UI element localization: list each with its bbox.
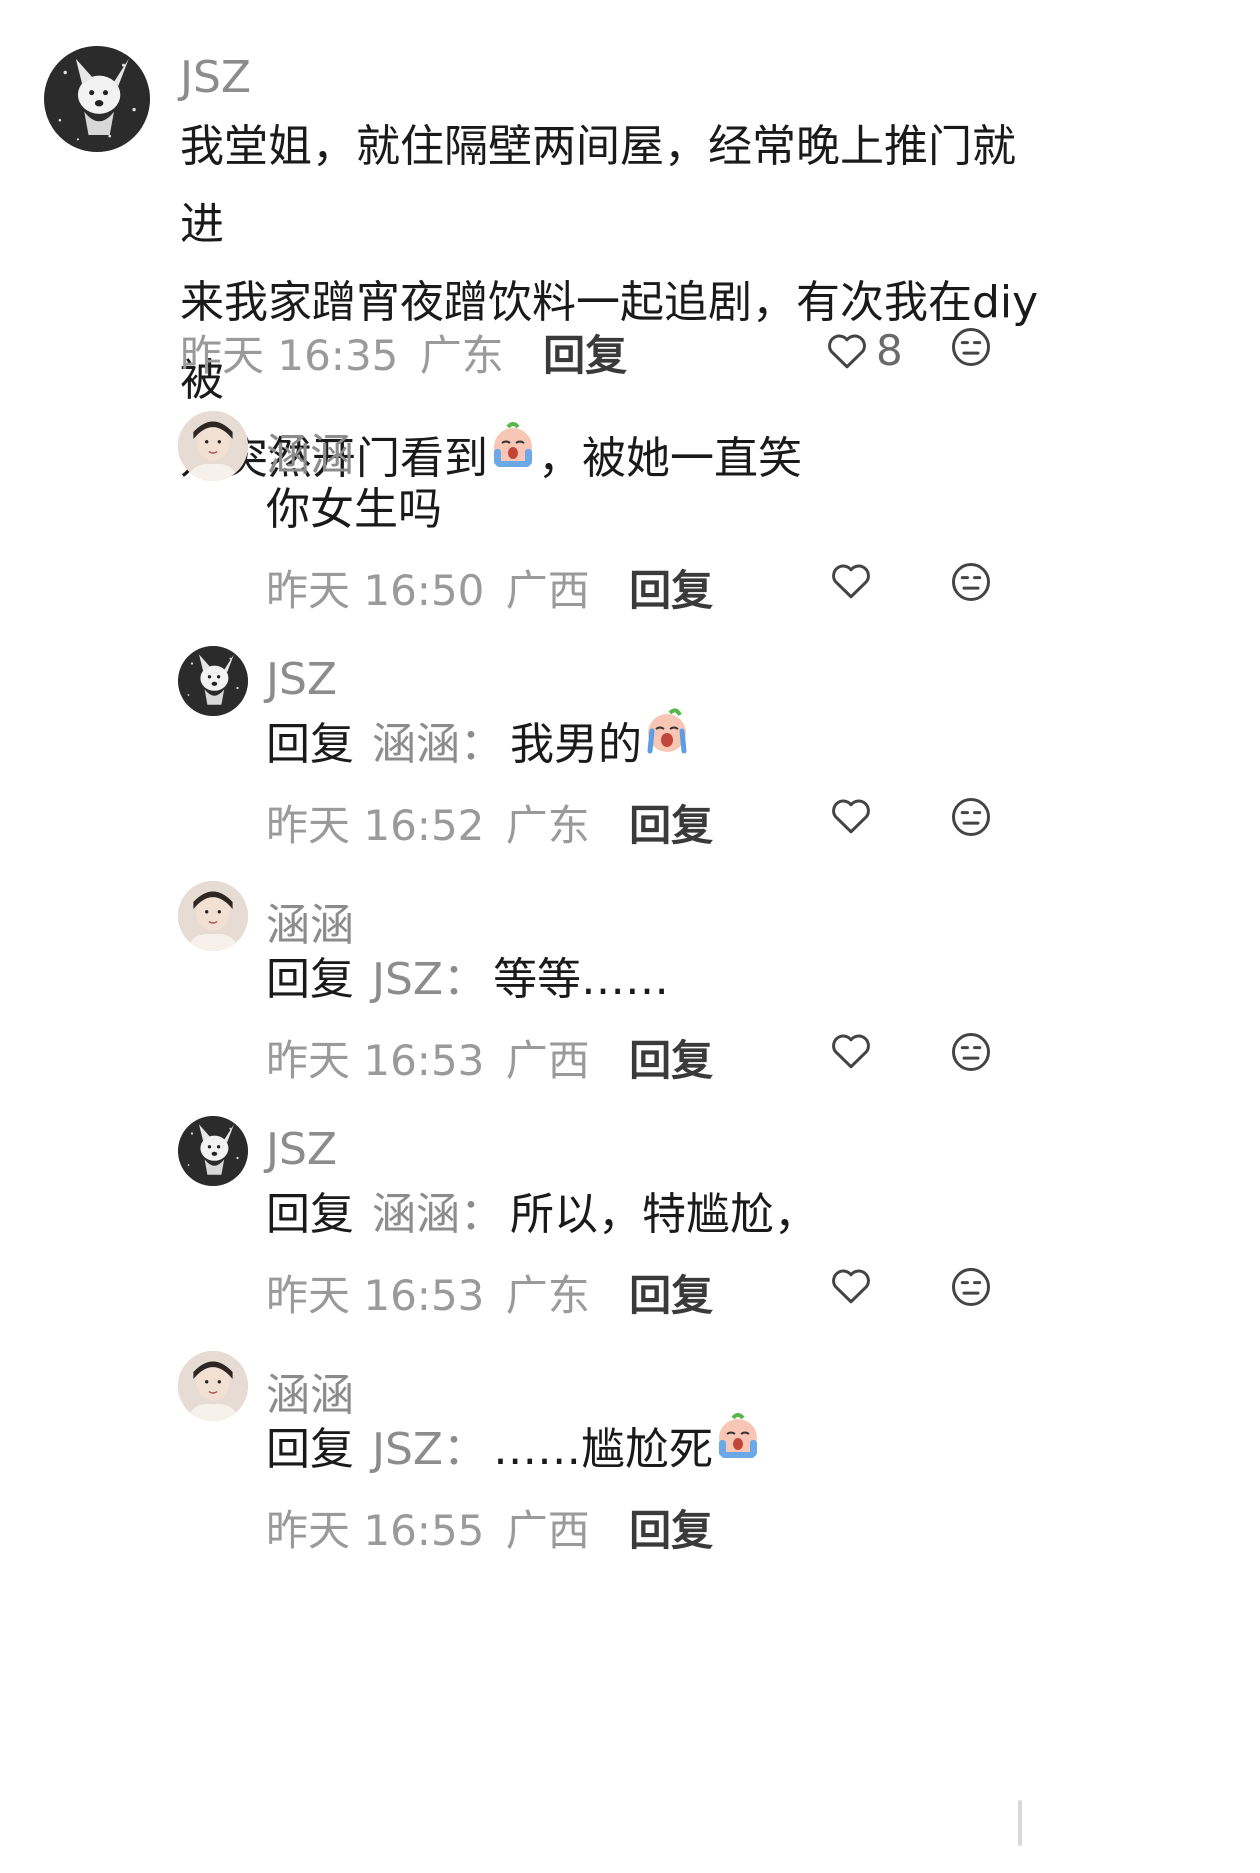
scrollbar[interactable] — [1018, 1800, 1022, 1846]
comment-location: 广西 — [505, 566, 590, 615]
like-button[interactable]: 8 — [826, 326, 903, 375]
comment-text: 回复 JSZ： ……尴尬死 — [266, 1411, 763, 1491]
comment-meta: 昨天 16:52 广东 回复 — [266, 792, 713, 853]
reply-button[interactable]: 回复 — [629, 801, 713, 850]
neutral-face-icon — [952, 328, 990, 366]
reply-button[interactable]: 回复 — [543, 331, 627, 380]
dislike-button[interactable] — [950, 561, 992, 607]
dislike-button[interactable] — [950, 326, 992, 372]
avatar[interactable] — [178, 646, 248, 716]
reply-target-user[interactable]: 涵涵： — [372, 1189, 504, 1240]
comment-location: 广东 — [505, 1271, 590, 1320]
girl-avatar-icon — [178, 1351, 248, 1421]
comment-text-line: 我堂姐，就住隔壁两间屋，经常晚上推门就进 — [180, 121, 1016, 250]
crying-emoji-icon — [642, 704, 692, 782]
comment-meta: 昨天 16:50 广西 回复 — [266, 557, 713, 618]
main-comment: JSZ 我堂姐，就住隔壁两间屋，经常晚上推门就进 来我家蹭宵夜蹭饮料一起追剧，有… — [0, 0, 1260, 484]
heart-outline-icon — [832, 799, 870, 834]
reply-button[interactable]: 回复 — [629, 566, 713, 615]
reply-target-user[interactable]: JSZ： — [372, 1424, 487, 1475]
comment-text-body: 你女生吗 — [266, 484, 442, 535]
heart-outline-icon — [832, 564, 870, 599]
comment-author[interactable]: JSZ — [266, 654, 337, 705]
reply-button[interactable]: 回复 — [629, 1506, 713, 1555]
comment-meta: 昨天 16:53 广东 回复 — [266, 1262, 713, 1323]
dislike-button[interactable] — [950, 1031, 992, 1077]
avatar[interactable] — [178, 881, 248, 951]
comment-text: 回复 JSZ： 等等…… — [266, 941, 669, 1019]
avatar[interactable] — [178, 1351, 248, 1421]
reply-target-user[interactable]: JSZ： — [372, 954, 487, 1005]
dislike-button[interactable] — [950, 796, 992, 842]
comment-time: 昨天 16:52 — [266, 801, 485, 850]
like-button[interactable] — [830, 796, 872, 836]
neutral-face-icon — [952, 563, 990, 601]
comment-meta: 昨天 16:55 广西 回复 — [266, 1497, 713, 1558]
comment-author[interactable]: JSZ — [180, 52, 251, 103]
comment-location: 广西 — [505, 1036, 590, 1085]
comment-time: 昨天 16:53 — [266, 1036, 485, 1085]
comment-time: 昨天 16:50 — [266, 566, 485, 615]
girl-avatar-icon — [178, 881, 248, 951]
comment-text-body: 我男的 — [510, 719, 642, 770]
dog-avatar-icon — [44, 46, 150, 152]
reply-prefix: 回复 — [266, 1424, 354, 1475]
comment-location: 广西 — [505, 1506, 590, 1555]
girl-avatar-icon — [178, 411, 248, 481]
comment-author[interactable]: JSZ — [266, 1124, 337, 1175]
neutral-face-icon — [952, 1033, 990, 1071]
avatar[interactable] — [178, 411, 248, 481]
comment-time: 昨天 16:55 — [266, 1506, 485, 1555]
neutral-face-icon — [952, 1268, 990, 1306]
dog-avatar-icon — [178, 646, 248, 716]
dog-avatar-icon — [178, 1116, 248, 1186]
comment-text: 你女生吗 — [266, 471, 442, 549]
reply-prefix: 回复 — [266, 954, 354, 1005]
comment-text: 回复 涵涵： 所以，特尴尬， — [266, 1176, 818, 1254]
reply-button[interactable]: 回复 — [629, 1271, 713, 1320]
reply-comment: 涵涵 你女生吗 昨天 16:50 广西 回复 — [0, 405, 1260, 640]
crying-emoji-icon — [713, 1409, 763, 1487]
comment-meta: 昨天 16:35 广东 回复 — [180, 322, 627, 383]
heart-outline-icon — [832, 1269, 870, 1304]
comment-meta: 昨天 16:53 广西 回复 — [266, 1027, 713, 1088]
reply-comment: JSZ 回复 涵涵： 所以，特尴尬， 昨天 16:53 广东 回复 — [0, 1110, 1260, 1345]
reply-target-user[interactable]: 涵涵： — [372, 719, 504, 770]
comment-time: 昨天 16:53 — [266, 1271, 485, 1320]
reply-comment: 涵涵 回复 JSZ： ……尴尬死 昨天 16:55 广西 回复 — [0, 1345, 1260, 1580]
reply-button[interactable]: 回复 — [629, 1036, 713, 1085]
comment-location: 广东 — [505, 801, 590, 850]
comment-location: 广东 — [419, 331, 504, 380]
comment-text: 回复 涵涵： 我男的 — [266, 706, 692, 786]
comment-text-body: 所以，特尴尬， — [510, 1189, 818, 1240]
comment-time: 昨天 16:35 — [180, 331, 399, 380]
reply-prefix: 回复 — [266, 719, 354, 770]
dislike-button[interactable] — [950, 1266, 992, 1312]
like-button[interactable] — [830, 1031, 872, 1071]
avatar[interactable] — [44, 46, 150, 152]
comment-text-body: 等等…… — [493, 954, 670, 1005]
like-button[interactable] — [830, 1266, 872, 1306]
heart-outline-icon — [828, 334, 866, 368]
neutral-face-icon — [952, 798, 990, 836]
like-count: 8 — [876, 326, 903, 375]
like-button[interactable] — [830, 561, 872, 601]
reply-prefix: 回复 — [266, 1189, 354, 1240]
reply-comment: 涵涵 回复 JSZ： 等等…… 昨天 16:53 广西 回复 — [0, 875, 1260, 1110]
heart-outline-icon — [832, 1034, 870, 1069]
reply-comment: JSZ 回复 涵涵： 我男的 昨天 16:52 广东 回复 — [0, 640, 1260, 875]
avatar[interactable] — [178, 1116, 248, 1186]
comment-text-body: ……尴尬死 — [493, 1424, 714, 1475]
